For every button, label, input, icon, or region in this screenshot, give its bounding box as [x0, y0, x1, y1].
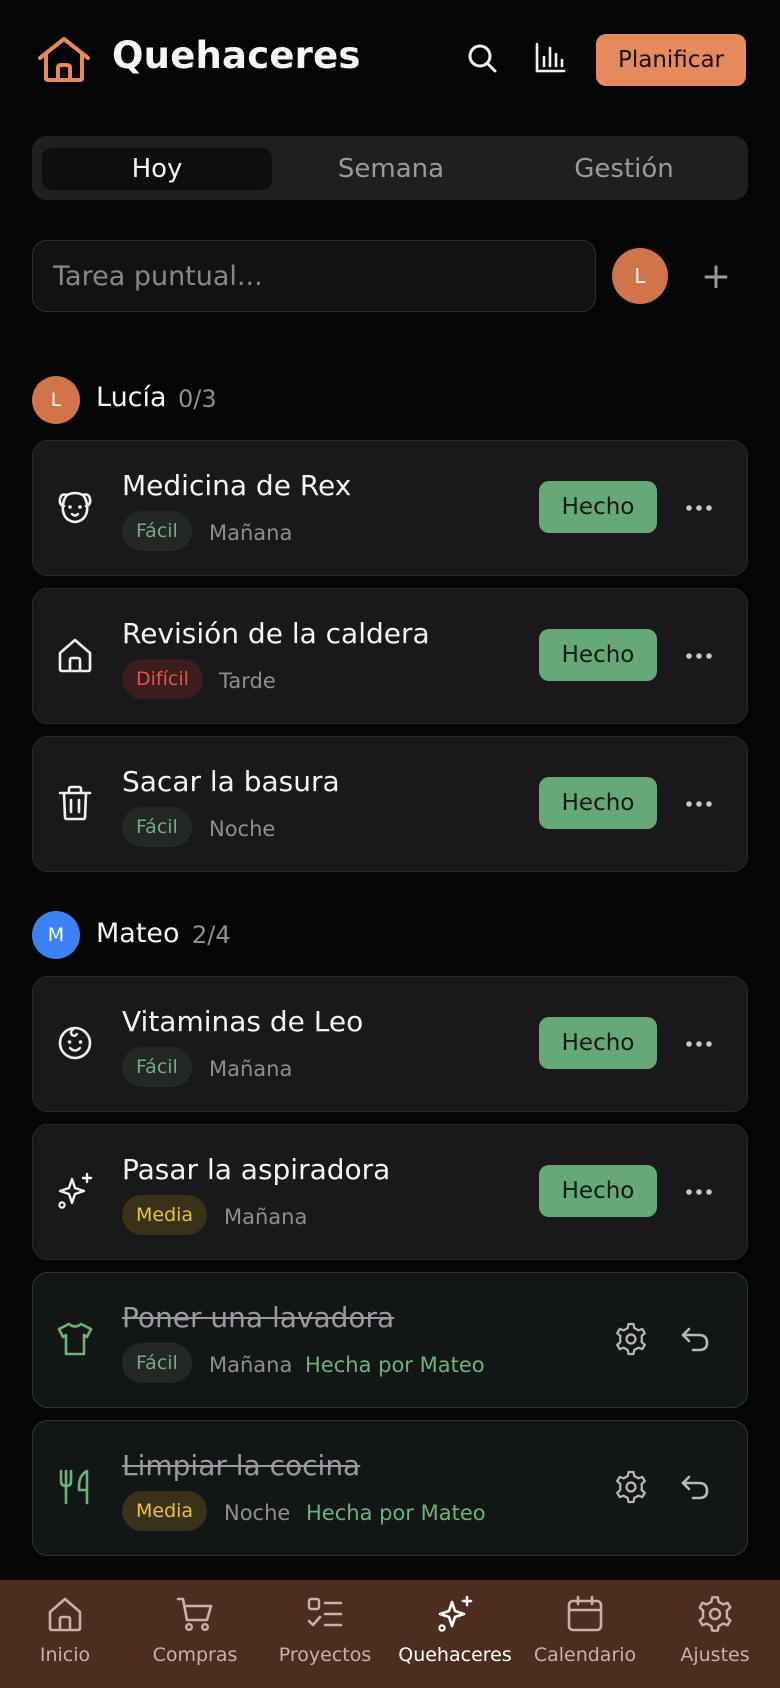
undo-icon[interactable] [677, 1469, 713, 1505]
task-time: Mañana [209, 521, 293, 545]
nav-item-ajustes[interactable]: Ajustes [650, 1580, 780, 1688]
task-card-completed: Poner una lavadora Fácil Mañana Hecha po… [32, 1272, 748, 1408]
mark-done-button[interactable]: Hecho [539, 777, 657, 829]
more-options-icon[interactable] [679, 491, 719, 525]
bottom-nav: Inicio Compras Proyectos Quehaceres Cale… [0, 1580, 780, 1688]
calendar-icon [567, 1595, 603, 1632]
task-time: Noche [209, 817, 276, 841]
tab-gestion[interactable]: Gestión [509, 148, 739, 190]
mark-done-button[interactable]: Hecho [539, 629, 657, 681]
utensils-icon [59, 1469, 89, 1505]
mark-done-button[interactable]: Hecho [539, 1165, 657, 1217]
avatar: M [32, 911, 80, 959]
mark-done-button[interactable]: Hecho [539, 481, 657, 533]
nav-item-proyectos[interactable]: Proyectos [260, 1580, 390, 1688]
task-card: Vitaminas de Leo Fácil Mañana Hecho [32, 976, 748, 1112]
section-count: 2/4 [192, 921, 231, 949]
home-icon [48, 1597, 82, 1632]
page-title: Quehaceres [112, 34, 361, 77]
plan-button[interactable]: Planificar [596, 34, 746, 86]
nav-item-quehaceres[interactable]: Quehaceres [390, 1580, 520, 1688]
nav-label: Compras [152, 1644, 238, 1666]
difficulty-badge: Fácil [122, 807, 192, 847]
nav-label: Quehaceres [398, 1644, 512, 1666]
difficulty-badge: Media [122, 1491, 208, 1531]
task-card: Pasar la aspiradora Media Mañana Hecho [32, 1124, 748, 1260]
sparkles-icon [58, 1172, 93, 1209]
house-icon [58, 638, 92, 673]
task-time: Mañana [209, 1353, 293, 1377]
gear-icon[interactable] [613, 1469, 649, 1505]
nav-item-compras[interactable]: Compras [130, 1580, 260, 1688]
tab-hoy[interactable]: Hoy [42, 148, 272, 190]
nav-label: Ajustes [680, 1644, 750, 1666]
task-title: Revisión de la caldera [122, 617, 430, 650]
one-off-task-input[interactable] [32, 240, 596, 312]
difficulty-badge: Fácil [122, 511, 192, 551]
shirt-icon [57, 1322, 93, 1356]
add-task-button[interactable]: + [696, 252, 736, 300]
more-options-icon[interactable] [679, 639, 719, 673]
bar-chart-icon[interactable] [532, 40, 568, 76]
task-title: Limpiar la cocina [122, 1449, 361, 1482]
task-title: Medicina de Rex [122, 469, 352, 502]
done-by-label: Hecha por Mateo [306, 1501, 486, 1525]
task-time: Mañana [224, 1205, 308, 1229]
more-options-icon[interactable] [679, 1027, 719, 1061]
task-time: Mañana [209, 1057, 293, 1081]
sparkles-icon [438, 1595, 473, 1632]
nav-item-calendario[interactable]: Calendario [520, 1580, 650, 1688]
difficulty-badge: Difícil [122, 659, 203, 699]
nav-item-inicio[interactable]: Inicio [0, 1580, 130, 1688]
task-title: Poner una lavadora [122, 1301, 395, 1334]
task-card: Sacar la basura Fácil Noche Hecho [32, 736, 748, 872]
more-options-icon[interactable] [679, 787, 719, 821]
house-icon [38, 37, 90, 82]
avatar: L [32, 376, 80, 424]
mark-done-button[interactable]: Hecho [539, 1017, 657, 1069]
difficulty-badge: Media [122, 1195, 208, 1235]
section-name: Lucía [96, 382, 167, 413]
gear-icon[interactable] [613, 1321, 649, 1357]
section-name: Mateo [96, 918, 180, 949]
assignee-avatar[interactable]: L [612, 248, 668, 304]
task-title: Vitaminas de Leo [122, 1005, 364, 1038]
search-icon[interactable] [464, 40, 500, 76]
checklist-icon [307, 1597, 343, 1627]
task-title: Pasar la aspiradora [122, 1153, 391, 1186]
trash-icon [58, 785, 92, 821]
task-card: Revisión de la caldera Difícil Tarde Hec… [32, 588, 748, 724]
task-title: Sacar la basura [122, 765, 340, 798]
baby-icon [58, 1026, 92, 1060]
app-header: Quehaceres Planificar [0, 0, 780, 118]
task-time: Noche [224, 1501, 291, 1525]
difficulty-badge: Fácil [122, 1047, 192, 1087]
nav-label: Inicio [39, 1644, 91, 1666]
done-by-label: Hecha por Mateo [305, 1353, 485, 1377]
cart-icon [176, 1597, 213, 1632]
difficulty-badge: Fácil [122, 1343, 192, 1383]
gear-icon [698, 1596, 732, 1632]
section-count: 0/3 [178, 385, 217, 413]
dog-icon [58, 491, 92, 524]
view-tabs: Hoy Semana Gestión [32, 136, 748, 200]
undo-icon[interactable] [677, 1321, 713, 1357]
task-time: Tarde [219, 669, 276, 693]
nav-label: Calendario [533, 1644, 637, 1666]
tab-semana[interactable]: Semana [276, 148, 506, 190]
task-card: Medicina de Rex Fácil Mañana Hecho [32, 440, 748, 576]
task-card-completed: Limpiar la cocina Media Noche Hecha por … [32, 1420, 748, 1556]
nav-label: Proyectos [278, 1644, 372, 1666]
more-options-icon[interactable] [679, 1175, 719, 1209]
